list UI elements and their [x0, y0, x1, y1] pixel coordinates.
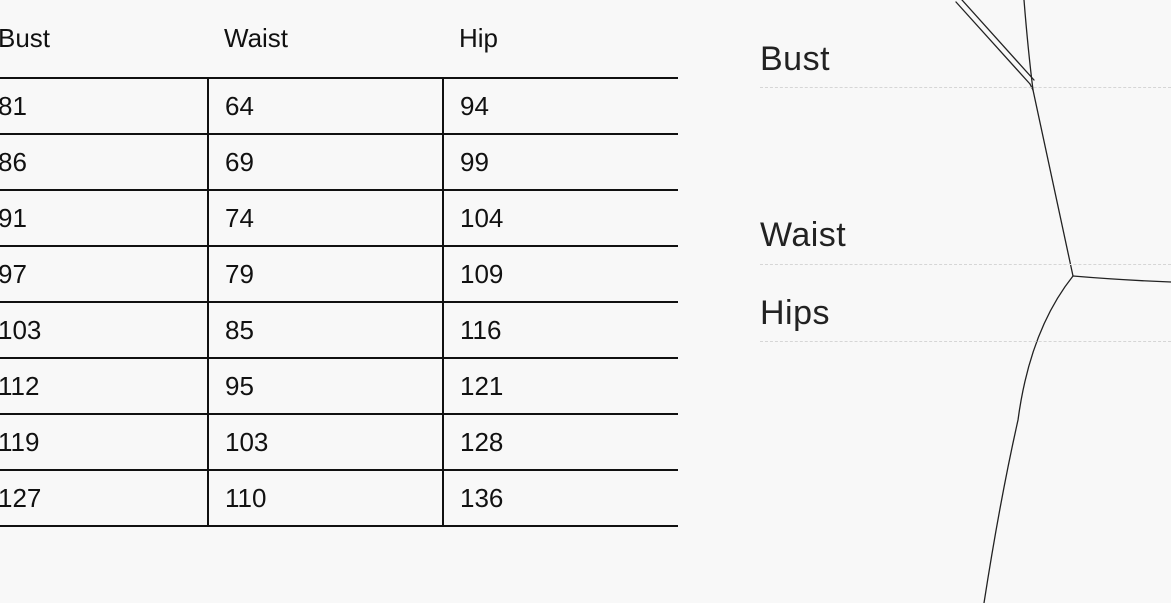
size-guide-page: Bust Waist Hip 81 64 94 86 69 99 91 74 1…	[0, 0, 1171, 603]
strap-outline	[955, 1, 1031, 85]
waist-guide-line	[760, 264, 1171, 265]
waist-cell: 69	[208, 134, 444, 191]
strap-outline-inner	[961, 0, 1035, 81]
waist-cell: 74	[208, 190, 444, 247]
table-row: 86 69 99	[0, 134, 678, 191]
table-row: 103 85 116	[0, 302, 678, 359]
bust-cell: 119	[0, 414, 209, 471]
table-row: 112 95 121	[0, 358, 678, 415]
waist-cell: 85	[208, 302, 444, 359]
hip-cell: 116	[443, 302, 678, 359]
bust-cell: 91	[0, 190, 209, 247]
hip-cell: 128	[443, 414, 678, 471]
table-header-row: Bust Waist Hip	[0, 0, 678, 79]
table-row: 97 79 109	[0, 246, 678, 303]
bust-cell: 127	[0, 470, 209, 527]
table-row: 119 103 128	[0, 414, 678, 471]
table-row: 127 110 136	[0, 470, 678, 527]
waist-cell: 103	[208, 414, 444, 471]
hip-cell: 99	[443, 134, 678, 191]
waist-measure-label: Waist	[760, 216, 847, 254]
waist-cell: 79	[208, 246, 444, 303]
hip-cell: 104	[443, 190, 678, 247]
table-row: 91 74 104	[0, 190, 678, 247]
torso-contour	[1032, 89, 1074, 277]
table-row: 81 64 94	[0, 78, 678, 135]
hip-cell: 121	[443, 358, 678, 415]
hip-cell: 109	[443, 246, 678, 303]
bust-cell: 81	[0, 78, 209, 135]
size-table: Bust Waist Hip 81 64 94 86 69 99 91 74 1…	[0, 0, 678, 527]
waist-cell: 95	[208, 358, 444, 415]
hip-cell: 136	[443, 470, 678, 527]
hip-cell: 94	[443, 78, 678, 135]
waist-contour	[1072, 275, 1171, 283]
column-header-bust: Bust	[0, 0, 208, 79]
bust-measure-label: Bust	[760, 40, 831, 78]
hips-measure-label: Hips	[760, 294, 831, 332]
bust-guide-line	[760, 87, 1171, 88]
bust-cell: 112	[0, 358, 209, 415]
hip-leg-contour	[983, 275, 1074, 603]
column-header-waist: Waist	[208, 0, 443, 79]
waist-cell: 110	[208, 470, 444, 527]
bust-cell: 103	[0, 302, 209, 359]
torso-side-line	[1023, 0, 1034, 91]
column-header-hip: Hip	[443, 0, 678, 79]
hips-guide-line	[760, 341, 1171, 342]
bust-cell: 97	[0, 246, 209, 303]
bust-cell: 86	[0, 134, 209, 191]
waist-cell: 64	[208, 78, 444, 135]
